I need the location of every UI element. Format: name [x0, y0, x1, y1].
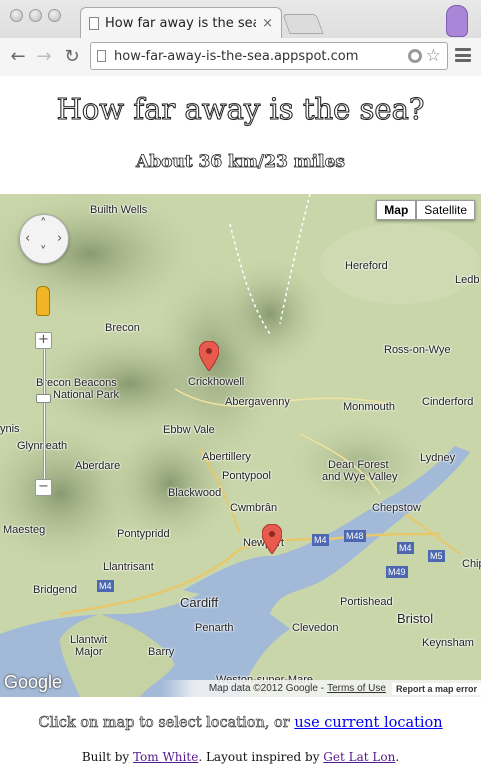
place-label: Pontypool: [222, 470, 271, 482]
zoom-in-button[interactable]: +: [35, 332, 52, 349]
arrow-right-icon: →: [36, 45, 52, 67]
built-by-text: Built by: [81, 750, 133, 764]
place-label: Bridgend: [33, 584, 78, 596]
place-label: Aberdare: [75, 460, 121, 472]
tab-title: How far away is the sea?: [105, 16, 257, 31]
place-label: Brecon Beacons: [36, 377, 117, 389]
close-window-button[interactable]: [10, 9, 23, 22]
road-shield: M4: [397, 542, 414, 554]
road-shield: M4: [97, 580, 114, 592]
place-label: Builth Wells: [90, 204, 148, 216]
map-type-map-button[interactable]: Map: [376, 200, 417, 220]
place-label: Cinderford: [422, 396, 474, 408]
pan-up-icon[interactable]: ˄: [40, 217, 47, 232]
back-button[interactable]: ←: [6, 44, 30, 68]
road-shield: M5: [428, 550, 445, 562]
zoom-window-button[interactable]: [48, 9, 61, 22]
place-label: Cardiff: [180, 595, 219, 610]
menu-icon[interactable]: [455, 48, 471, 62]
place-label: Ebbw Vale: [163, 424, 215, 436]
zoom-out-button[interactable]: −: [35, 479, 52, 496]
page-icon: [97, 50, 106, 62]
place-label: Brecon: [105, 322, 140, 334]
place-label: Clevedon: [292, 622, 339, 634]
selected-location-marker[interactable]: [199, 341, 219, 371]
road-shield: M4: [312, 534, 329, 546]
place-label: and Wye Valley: [322, 471, 398, 483]
browser-chrome: How far away is the sea? × ← → ↻ how-far…: [0, 0, 481, 76]
place-label: Llantwit: [70, 634, 108, 646]
map-attribution: Map data ©2012 Google - Terms of Use Rep…: [162, 680, 481, 697]
place-label: Major: [75, 646, 103, 658]
tab-close-icon[interactable]: ×: [262, 16, 273, 31]
place-label: Bristol: [397, 611, 434, 626]
place-label: Maesteg: [3, 524, 46, 536]
place-label: Abergavenny: [225, 396, 290, 408]
nearest-sea-marker[interactable]: [262, 524, 282, 554]
window-controls: [10, 9, 61, 22]
place-label: Keynsham: [422, 637, 474, 649]
place-label: Llantrisant: [103, 561, 154, 573]
place-label: Abertillery: [202, 451, 251, 463]
map-type-control: Map Satellite: [376, 200, 475, 220]
report-map-error-link[interactable]: Report a map error: [391, 682, 481, 695]
minimize-window-button[interactable]: [29, 9, 42, 22]
author-link[interactable]: Tom White: [133, 750, 198, 764]
place-label: Hereford: [345, 260, 388, 272]
reload-icon: ↻: [64, 45, 80, 67]
new-tab-button[interactable]: [282, 14, 324, 34]
terms-of-use-link[interactable]: Terms of Use: [327, 683, 386, 694]
place-label: Dean Forest: [328, 459, 389, 471]
map-type-satellite-button[interactable]: Satellite: [416, 200, 475, 220]
place-label: Barry: [148, 646, 175, 658]
arrow-left-icon: ←: [10, 45, 26, 67]
road-shield: M49: [386, 566, 408, 578]
page-icon: [89, 17, 99, 30]
bookmark-star-icon[interactable]: ☆: [426, 46, 441, 66]
url-text[interactable]: how-far-away-is-the-sea.appspot.com: [114, 49, 408, 64]
map[interactable]: Builth Wells Hereford Ledb Brecon Ross-o…: [0, 194, 481, 697]
place-label: Crickhowell: [188, 376, 245, 388]
place-label: Portishead: [340, 596, 393, 608]
place-label: ynis: [0, 423, 20, 435]
place-label: Pontypridd: [117, 528, 170, 540]
pan-control[interactable]: ˄ ˅ ‹ ›: [19, 214, 69, 264]
zoom-slider-thumb[interactable]: [36, 394, 51, 403]
pan-left-icon[interactable]: ‹: [25, 231, 30, 246]
profile-avatar[interactable]: [446, 5, 468, 37]
reload-button[interactable]: ↻: [60, 44, 84, 68]
place-label: Lydney: [420, 452, 456, 464]
distance-result: About 36 km/23 miles: [136, 152, 346, 173]
location-icon[interactable]: [407, 49, 422, 63]
location-instructions: Click on map to select location, or use …: [0, 715, 481, 732]
pan-right-icon[interactable]: ›: [57, 231, 62, 246]
zoom-slider-track[interactable]: [43, 342, 46, 488]
place-label: Blackwood: [168, 487, 222, 499]
browser-toolbar: ← → ↻ how-far-away-is-the-sea.appspot.co…: [0, 38, 481, 76]
place-label: Cwmbrân: [230, 502, 278, 514]
place-label: Monmouth: [343, 401, 395, 413]
place-label: Penarth: [195, 622, 234, 634]
place-label: Ledb: [455, 274, 480, 286]
map-data-text: Map data ©2012 Google -: [208, 683, 325, 694]
layout-text: . Layout inspired by: [198, 750, 324, 764]
get-lat-lon-link[interactable]: Get Lat Lon: [323, 750, 395, 764]
click-instruction-text: Click on map to select location, or: [38, 715, 295, 732]
place-label: National Park: [53, 389, 120, 401]
address-bar[interactable]: how-far-away-is-the-sea.appspot.com ☆: [90, 42, 448, 70]
place-label: Chepstow: [372, 502, 421, 514]
page-title: How far away is the sea?: [56, 92, 425, 127]
road-shield: M48: [344, 530, 366, 542]
use-current-location-link[interactable]: use current location: [294, 715, 442, 731]
place-label: Ross-on-Wye: [384, 344, 451, 356]
credits: Built by Tom White. Layout inspired by G…: [0, 750, 481, 764]
forward-button[interactable]: →: [32, 44, 56, 68]
credits-end: .: [395, 750, 400, 764]
place-label: Chip: [462, 558, 481, 570]
google-logo[interactable]: Google: [4, 672, 62, 693]
pan-down-icon[interactable]: ˅: [40, 245, 47, 260]
street-view-pegman-icon[interactable]: [36, 286, 50, 316]
browser-tab[interactable]: How far away is the sea? ×: [80, 7, 282, 39]
